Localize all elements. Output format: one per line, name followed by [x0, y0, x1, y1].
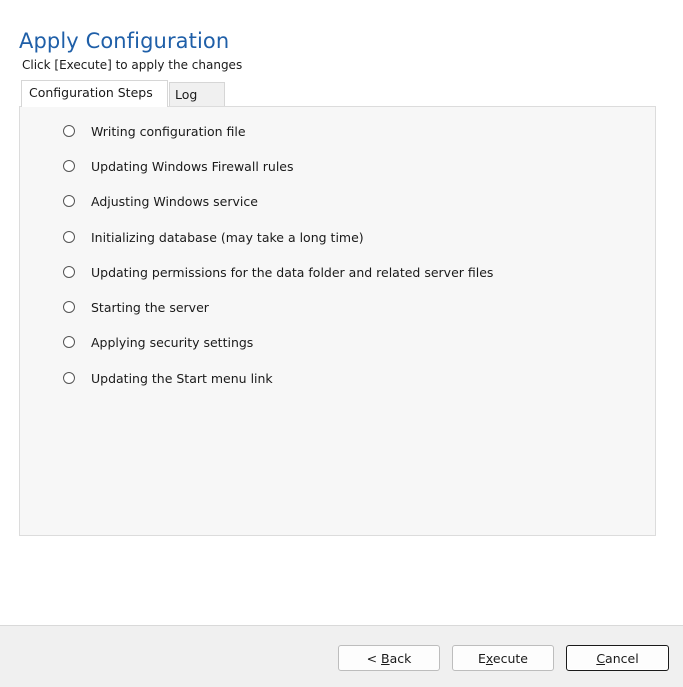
- back-button[interactable]: < Back: [338, 645, 440, 671]
- back-accel: B: [381, 650, 390, 666]
- radio-empty-icon: [63, 336, 75, 348]
- back-rest: ack: [389, 650, 412, 666]
- page-title: Apply Configuration: [19, 29, 230, 53]
- tab-configuration-steps[interactable]: Configuration Steps: [21, 80, 168, 107]
- radio-empty-icon: [63, 195, 75, 207]
- radio-empty-icon: [63, 160, 75, 172]
- cancel-accel: C: [596, 650, 606, 666]
- back-prefix: <: [366, 650, 382, 666]
- radio-empty-icon: [63, 231, 75, 243]
- step-item: Starting the server: [63, 297, 209, 317]
- footer-bar: < Back Execute Cancel: [0, 625, 683, 687]
- step-label: Updating the Start menu link: [91, 370, 273, 386]
- execute-prefix: E: [478, 650, 486, 666]
- step-label: Updating permissions for the data folder…: [91, 264, 494, 280]
- radio-empty-icon: [63, 372, 75, 384]
- radio-empty-icon: [63, 125, 75, 137]
- step-item: Updating the Start menu link: [63, 368, 273, 388]
- execute-accel: x: [485, 650, 493, 666]
- radio-empty-icon: [63, 301, 75, 313]
- step-item: Adjusting Windows service: [63, 191, 258, 211]
- step-item: Writing configuration file: [63, 121, 246, 141]
- step-label: Adjusting Windows service: [91, 193, 258, 209]
- tab-log[interactable]: Log: [169, 82, 225, 106]
- radio-empty-icon: [63, 266, 75, 278]
- steps-panel: Writing configuration file Updating Wind…: [19, 106, 656, 536]
- cancel-rest: ancel: [605, 650, 639, 666]
- cancel-button[interactable]: Cancel: [566, 645, 669, 671]
- step-item: Updating Windows Firewall rules: [63, 156, 294, 176]
- step-label: Initializing database (may take a long t…: [91, 229, 364, 245]
- step-label: Writing configuration file: [91, 123, 246, 139]
- step-item: Initializing database (may take a long t…: [63, 227, 364, 247]
- page-subtitle: Click [Execute] to apply the changes: [22, 58, 243, 72]
- execute-button-label: Execute: [478, 651, 528, 666]
- step-label: Updating Windows Firewall rules: [91, 158, 294, 174]
- step-item: Applying security settings: [63, 332, 253, 352]
- execute-rest: ecute: [492, 650, 528, 666]
- execute-button[interactable]: Execute: [452, 645, 554, 671]
- cancel-button-label: Cancel: [596, 651, 638, 666]
- step-label: Applying security settings: [91, 334, 254, 350]
- step-item: Updating permissions for the data folder…: [63, 262, 493, 282]
- step-label: Starting the server: [91, 299, 209, 315]
- back-button-label: < Back: [367, 651, 412, 666]
